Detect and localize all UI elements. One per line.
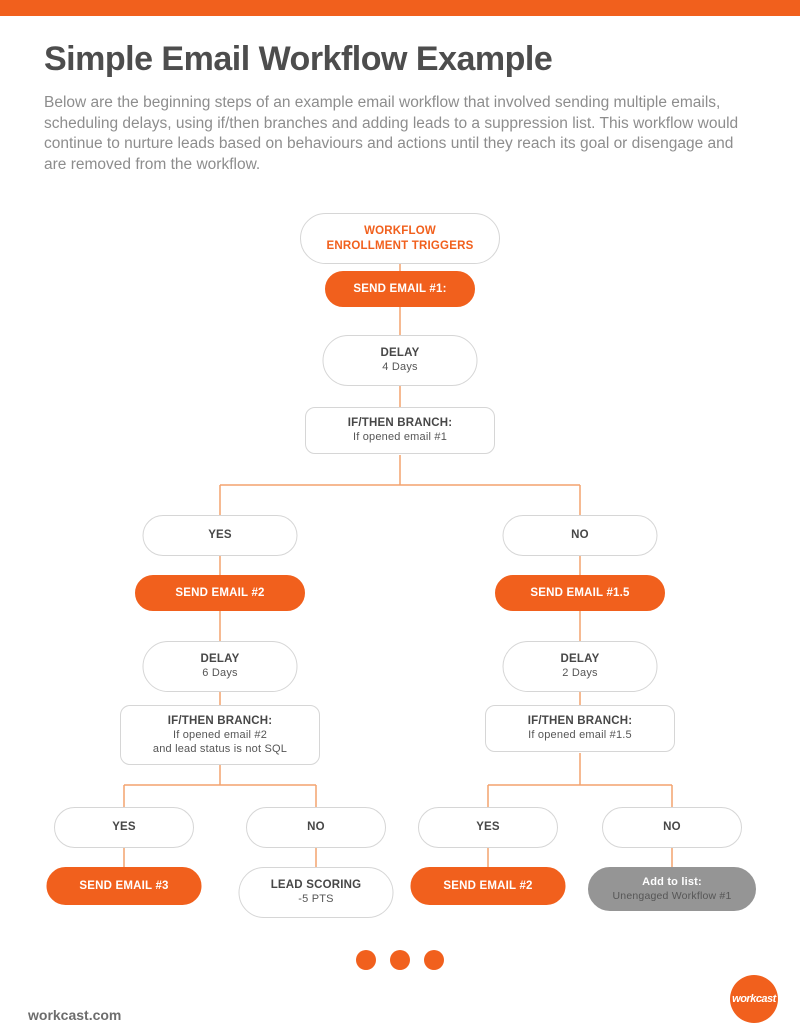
delay-1-value: 4 Days (382, 361, 417, 375)
branch-2-cond2: and lead status is not SQL (153, 743, 287, 757)
yes-1-text: YES (208, 528, 232, 542)
yes-3-text: YES (476, 820, 500, 834)
branch-1-label: IF/THEN BRANCH: (348, 416, 453, 430)
branch-2-cond1: If opened email #2 (173, 729, 267, 743)
branch-3-cond: If opened email #1.5 (528, 729, 632, 743)
node-send-email-1: SEND EMAIL #1: (325, 271, 475, 307)
node-delay-3: DELAY 2 Days (503, 641, 658, 691)
delay-3-label: DELAY (561, 652, 600, 666)
node-yes-3: YES (418, 807, 558, 847)
branch-3-label: IF/THEN BRANCH: (528, 714, 633, 728)
send-email-3-label: SEND EMAIL #3 (79, 880, 168, 892)
delay-2-label: DELAY (201, 652, 240, 666)
enrollment-line2: ENROLLMENT TRIGGERS (327, 239, 474, 253)
add-to-list-label: Add to list: (642, 876, 702, 889)
send-email-1-label: SEND EMAIL #1: (353, 283, 446, 295)
delay-3-value: 2 Days (562, 667, 597, 681)
lead-scoring-label: LEAD SCORING (271, 878, 362, 892)
node-send-email-2b: SEND EMAIL #2 (411, 867, 566, 905)
page-content: Simple Email Workflow Example Below are … (0, 16, 800, 925)
node-send-email-3: SEND EMAIL #3 (47, 867, 202, 905)
node-no-3: NO (602, 807, 742, 847)
workcast-logo: workcast (730, 975, 778, 1023)
node-lead-scoring: LEAD SCORING -5 PTS (239, 867, 394, 917)
node-send-email-1-5: SEND EMAIL #1.5 (495, 575, 665, 611)
node-branch-1: IF/THEN BRANCH: If opened email #1 (305, 407, 495, 453)
node-branch-3: IF/THEN BRANCH: If opened email #1.5 (485, 705, 675, 751)
enrollment-line1: WORKFLOW (364, 224, 436, 238)
logo-text: workcast (732, 993, 776, 1005)
footer-url: workcast.com (28, 1007, 121, 1023)
intro-text: Below are the beginning steps of an exam… (44, 93, 754, 175)
node-send-email-2: SEND EMAIL #2 (135, 575, 305, 611)
node-add-to-list: Add to list: Unengaged Workflow #1 (588, 867, 756, 911)
node-no-2: NO (246, 807, 386, 847)
node-delay-2: DELAY 6 Days (143, 641, 298, 691)
add-to-list-value: Unengaged Workflow #1 (613, 890, 732, 903)
node-branch-2: IF/THEN BRANCH: If opened email #2 and l… (120, 705, 320, 765)
dot-icon (424, 950, 444, 970)
no-1-text: NO (571, 528, 589, 542)
lead-scoring-value: -5 PTS (298, 893, 333, 907)
send-email-2-label: SEND EMAIL #2 (175, 587, 264, 599)
delay-2-value: 6 Days (202, 667, 237, 681)
node-delay-1: DELAY 4 Days (323, 335, 478, 385)
flowchart: WORKFLOW ENROLLMENT TRIGGERS SEND EMAIL … (44, 175, 756, 925)
send-email-2b-label: SEND EMAIL #2 (443, 880, 532, 892)
node-yes-1: YES (143, 515, 298, 555)
branch-1-cond: If opened email #1 (353, 431, 447, 445)
dot-icon (356, 950, 376, 970)
no-2-text: NO (307, 820, 325, 834)
page-title: Simple Email Workflow Example (44, 40, 756, 79)
send-email-1-5-label: SEND EMAIL #1.5 (530, 587, 629, 599)
top-accent-bar (0, 0, 800, 16)
delay-1-label: DELAY (381, 346, 420, 360)
node-no-1: NO (503, 515, 658, 555)
branch-2-label: IF/THEN BRANCH: (168, 714, 273, 728)
node-yes-2: YES (54, 807, 194, 847)
node-enrollment-trigger: WORKFLOW ENROLLMENT TRIGGERS (300, 213, 500, 264)
yes-2-text: YES (112, 820, 136, 834)
dot-icon (390, 950, 410, 970)
decorative-dots (356, 950, 444, 970)
no-3-text: NO (663, 820, 681, 834)
